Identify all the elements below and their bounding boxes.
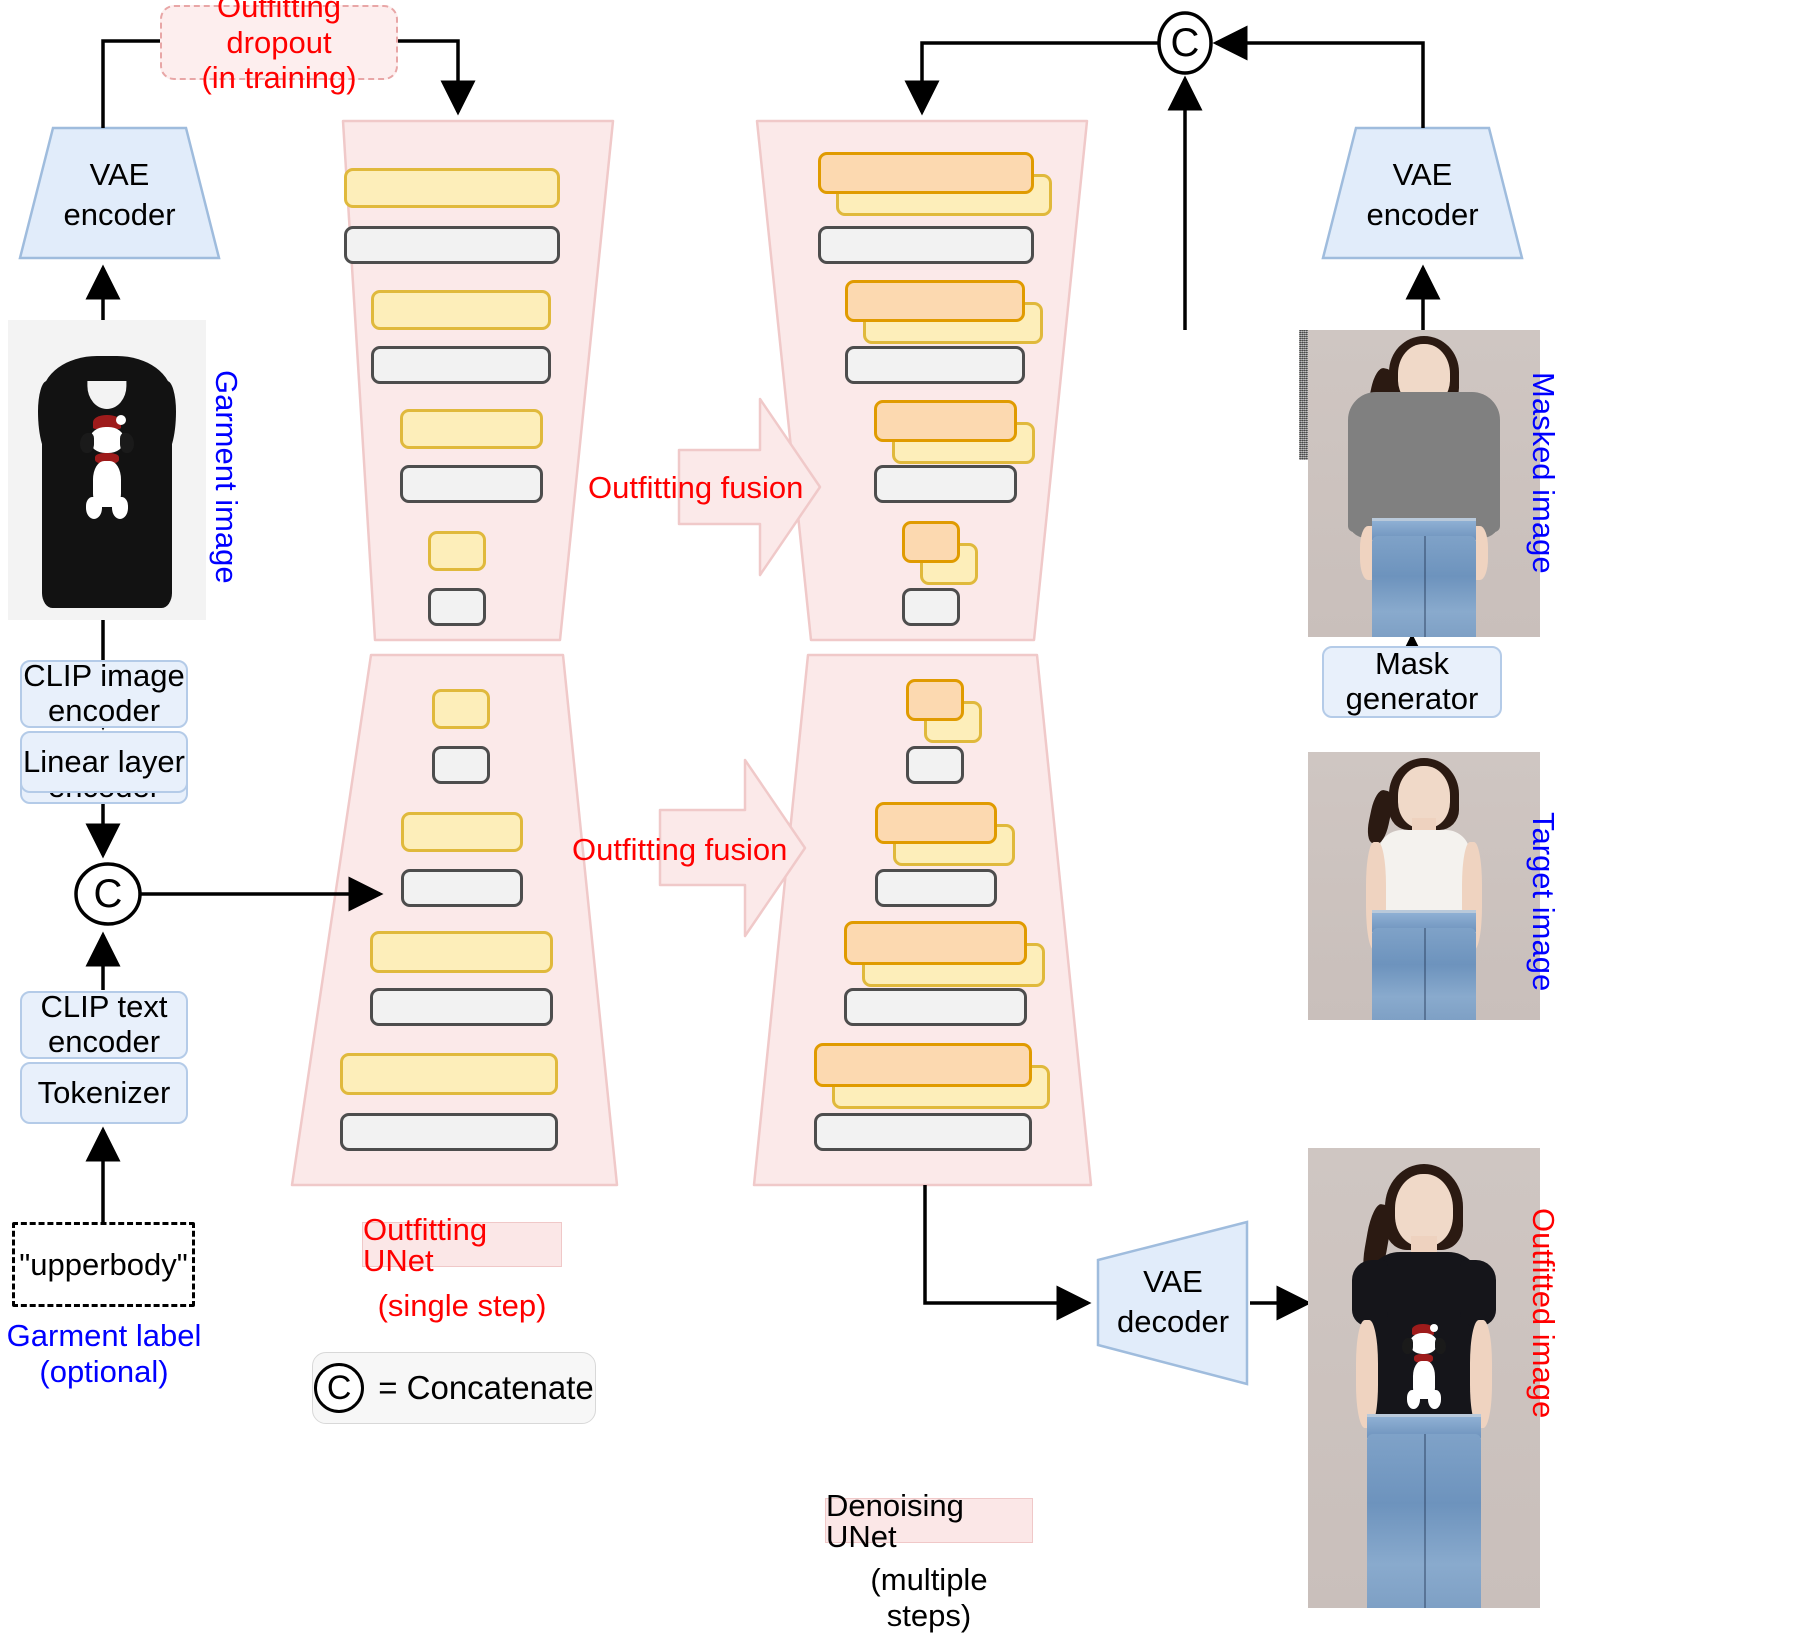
denoising-unet-caption-text: Denoising UNet xyxy=(826,1487,964,1554)
target-image-white-top xyxy=(1378,830,1470,916)
dog-ear-right xyxy=(120,433,134,453)
edge-denoising-to-vae-decoder xyxy=(923,1185,1092,1321)
garment-label-caption-line1: Garment label xyxy=(6,1318,202,1353)
tokenizer-box[interactable]: Tokenizer xyxy=(20,1062,188,1124)
garment-label-value: "upperbody" xyxy=(19,1246,188,1282)
vae-encoder-right-line1: VAE xyxy=(1392,157,1453,192)
target-image-label: Target image xyxy=(1526,812,1561,992)
outfitted-image-sleeve-right xyxy=(1460,1260,1496,1326)
garment-image-label: Garment image xyxy=(209,370,244,584)
outfitted-dog-hat-pompom xyxy=(1430,1324,1438,1332)
denoising-unet-decoder-shape xyxy=(752,653,1093,1187)
legend-concatenate-text: = Concatenate xyxy=(378,1369,594,1406)
clip-text-encoder[interactable]: CLIP text encoder xyxy=(20,989,188,1059)
outfitting-unet-subcaption: (single step) xyxy=(377,1288,547,1323)
garment-sleeve-left xyxy=(37,381,60,457)
masked-image xyxy=(1308,330,1540,637)
dog-ear-left xyxy=(80,433,94,453)
concat-node-right-label: C xyxy=(1170,21,1200,65)
outfitted-image-sleeve-left xyxy=(1352,1260,1388,1326)
mask-generator-line2: generator xyxy=(1345,681,1479,716)
outfitting-unet-decoder-shape xyxy=(290,653,619,1187)
mask-generator-box[interactable]: Mask generator xyxy=(1322,646,1502,718)
linear-layer-label: Linear layer xyxy=(23,743,185,779)
outfitted-image-arm-right xyxy=(1470,1320,1492,1428)
edge-right-vae-to-concat xyxy=(1212,25,1425,128)
denoising-unet-encoder-shape xyxy=(755,119,1089,642)
outfitting-unet-encoder-shape xyxy=(341,119,615,642)
target-image xyxy=(1308,752,1540,1020)
vae-encoder-left-label: VAE encoder xyxy=(20,155,219,234)
target-image-jeans xyxy=(1372,928,1476,1020)
masked-image-jeans xyxy=(1372,536,1476,637)
edge-concat-to-denoising-unet xyxy=(904,41,1159,116)
clip-image-encoder[interactable]: CLIP image encoder xyxy=(20,658,188,728)
garment-label-caption: Garment label (optional) xyxy=(0,1318,208,1389)
garment-image xyxy=(8,320,206,620)
dog-hat-pompom xyxy=(116,415,126,425)
outfitted-dog-ear-left xyxy=(1402,1338,1413,1354)
edge-dropout-to-outfitting-unet xyxy=(395,39,476,116)
clip-image-encoder-text-line2: encoder xyxy=(47,693,161,728)
dog-head xyxy=(90,427,124,453)
masked-image-label: Masked image xyxy=(1526,372,1561,574)
diagram-canvas: Outfitting dropout (in training) VAE enc… xyxy=(0,0,1800,1633)
outfitting-fusion-label-bottom: Outfitting fusion xyxy=(572,832,788,867)
outfitted-image-arm-left xyxy=(1356,1320,1378,1428)
concat-node-left-label: C xyxy=(93,872,123,916)
vae-encoder-left-line2: encoder xyxy=(63,196,176,232)
concatenate-icon-glyph: C xyxy=(326,1369,352,1407)
outfitting-unet-caption: Outfitting UNet xyxy=(362,1214,562,1276)
garment-sleeve-right xyxy=(154,381,177,457)
garment-dalmatian-print xyxy=(76,415,138,525)
garment-label-caption-line2: (optional) xyxy=(39,1353,169,1389)
outfitted-image-jeans xyxy=(1367,1434,1481,1608)
garment-neckline xyxy=(87,381,127,409)
outfitted-dog-leg-left xyxy=(1407,1390,1420,1409)
edge-vae-to-dropout xyxy=(101,39,168,128)
mask-generator-line1: Mask xyxy=(1374,646,1450,682)
denoising-unet-caption: Denoising UNet xyxy=(825,1490,1033,1552)
vae-encoder-right-line2: encoder xyxy=(1366,196,1479,232)
outfitting-unet-caption-text: Outfitting UNet xyxy=(363,1211,488,1278)
vae-decoder-label: VAE decoder xyxy=(1098,1262,1248,1341)
clip-image-encoder-text-line1: CLIP image xyxy=(23,658,185,694)
tokenizer-label: Tokenizer xyxy=(37,1074,171,1110)
clip-text-encoder-line2: encoder xyxy=(47,1024,161,1059)
vae-decoder-line2: decoder xyxy=(1116,1303,1230,1339)
outfitting-dropout-note: Outfitting dropout (in training) xyxy=(160,0,398,95)
vae-encoder-right-label: VAE encoder xyxy=(1323,155,1522,234)
dog-leg-left xyxy=(86,497,102,519)
garment-label-input[interactable]: "upperbody" xyxy=(12,1222,195,1307)
dropout-note-line1: Outfitting dropout xyxy=(216,0,342,60)
outfitted-image-label: Outfitted image xyxy=(1526,1208,1561,1419)
vae-encoder-left-line1: VAE xyxy=(89,157,150,192)
outfitted-image xyxy=(1308,1148,1540,1608)
legend-concatenate: C = Concatenate xyxy=(312,1352,596,1424)
dog-leg-right xyxy=(112,497,128,519)
clip-text-encoder-line1: CLIP text xyxy=(40,989,168,1025)
outfitted-dog-head xyxy=(1410,1333,1437,1354)
outfitted-dog-ear-right xyxy=(1435,1338,1446,1354)
outfitting-fusion-label-top: Outfitting fusion xyxy=(588,470,804,505)
outfitted-dog-leg-right xyxy=(1428,1390,1441,1409)
concatenate-icon: C xyxy=(314,1363,365,1413)
denoising-unet-subcaption: (multiple steps) xyxy=(870,1562,988,1633)
dropout-note-line2: (in training) xyxy=(201,60,357,96)
outfitted-image-dalmatian-print xyxy=(1400,1324,1448,1416)
vae-decoder-line1: VAE xyxy=(1143,1264,1203,1299)
linear-layer-button[interactable]: Linear layer xyxy=(20,731,188,793)
